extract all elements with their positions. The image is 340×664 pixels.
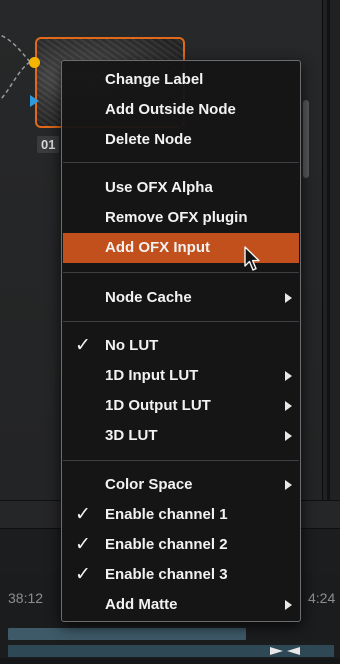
menu-item-label: Add OFX Input xyxy=(105,239,210,256)
menu-item-enable-channel-2[interactable]: ✓ Enable channel 2 xyxy=(63,530,299,560)
menu-item-1d-input-lut[interactable]: 1D Input LUT xyxy=(63,361,299,391)
menu-item-label: 1D Input LUT xyxy=(105,367,199,384)
menu-item-1d-output-lut[interactable]: 1D Output LUT xyxy=(63,391,299,421)
menu-item-use-ofx-alpha[interactable]: Use OFX Alpha xyxy=(63,173,299,203)
checkmark-icon: ✓ xyxy=(75,564,91,585)
node-area-scrollbar[interactable] xyxy=(303,100,309,178)
menu-item-label: Enable channel 2 xyxy=(105,536,228,553)
menu-item-add-outside-node[interactable]: Add Outside Node xyxy=(63,95,299,125)
menu-item-no-lut[interactable]: ✓ No LUT xyxy=(63,331,299,361)
mouse-pointer-icon xyxy=(244,246,260,271)
bottom-edge xyxy=(0,658,340,664)
menu-item-label: Enable channel 3 xyxy=(105,566,228,583)
checkmark-icon: ✓ xyxy=(75,504,91,525)
menu-separator xyxy=(63,460,299,461)
checkmark-icon: ✓ xyxy=(75,534,91,555)
chevron-right-icon xyxy=(285,401,292,411)
panel-divider xyxy=(327,0,330,500)
timecode-left: 38:12 xyxy=(8,590,44,606)
chevron-right-icon xyxy=(285,600,292,610)
menu-item-add-matte[interactable]: Add Matte xyxy=(63,590,299,620)
menu-separator xyxy=(63,162,299,163)
menu-item-enable-channel-1[interactable]: ✓ Enable channel 1 xyxy=(63,500,299,530)
menu-item-label: Add Matte xyxy=(105,596,178,613)
menu-item-label: Node Cache xyxy=(105,289,192,306)
menu-item-label: 1D Output LUT xyxy=(105,397,211,414)
node-context-menu: Change Label Add Outside Node Delete Nod… xyxy=(61,60,301,622)
menu-item-label: Change Label xyxy=(105,71,204,88)
menu-item-remove-ofx-plugin[interactable]: Remove OFX plugin xyxy=(63,203,299,233)
timeline-clip-track[interactable] xyxy=(8,628,246,640)
node-rgb-input-triangle-icon[interactable] xyxy=(30,95,39,107)
menu-item-label: Enable channel 1 xyxy=(105,506,228,523)
menu-item-label: Use OFX Alpha xyxy=(105,179,213,196)
menu-item-label: Color Space xyxy=(105,476,193,493)
chevron-right-icon xyxy=(285,431,292,441)
playhead-marker-icon[interactable] xyxy=(270,647,300,655)
menu-item-3d-lut[interactable]: 3D LUT xyxy=(63,421,299,451)
menu-item-label: 3D LUT xyxy=(105,427,158,444)
chevron-right-icon xyxy=(285,480,292,490)
menu-separator xyxy=(63,272,299,273)
menu-item-enable-channel-3[interactable]: ✓ Enable channel 3 xyxy=(63,560,299,590)
menu-item-label: Delete Node xyxy=(105,131,192,148)
color-page-node-editor: 01 38:12 4:24 Change Label Add Outside N… xyxy=(0,0,340,664)
timecode-right: 4:24 xyxy=(308,590,336,606)
chevron-right-icon xyxy=(285,371,292,381)
node-number-label: 01 xyxy=(37,136,60,153)
right-side-panel xyxy=(322,0,340,500)
checkmark-icon: ✓ xyxy=(75,335,91,356)
menu-item-label: Remove OFX plugin xyxy=(105,209,248,226)
chevron-right-icon xyxy=(285,293,292,303)
menu-item-color-space[interactable]: Color Space xyxy=(63,470,299,500)
menu-item-change-label[interactable]: Change Label xyxy=(63,65,299,95)
menu-item-delete-node[interactable]: Delete Node xyxy=(63,125,299,155)
menu-item-label: Add Outside Node xyxy=(105,101,236,118)
menu-separator xyxy=(63,321,299,322)
menu-item-add-ofx-input[interactable]: Add OFX Input xyxy=(63,233,299,263)
menu-item-label: No LUT xyxy=(105,337,159,354)
menu-item-node-cache[interactable]: Node Cache xyxy=(63,283,299,313)
node-key-input-dot[interactable] xyxy=(29,57,40,68)
